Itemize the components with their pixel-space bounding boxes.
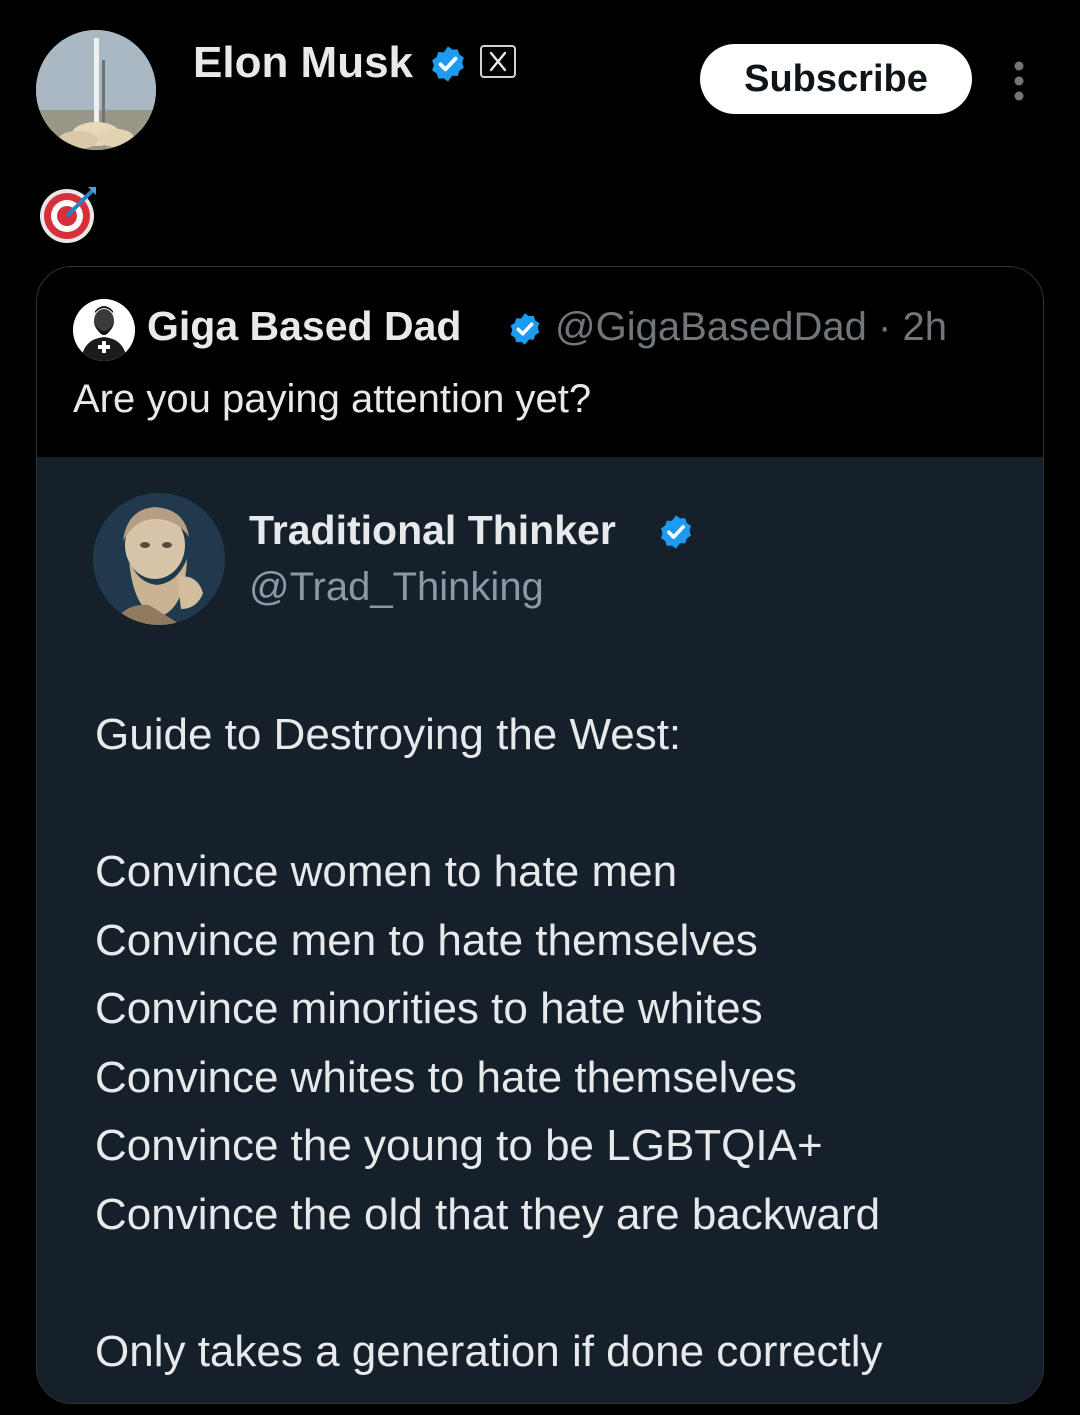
bearded-man-avatar-icon <box>73 299 135 361</box>
x-affiliate-badge-icon <box>480 45 516 78</box>
verified-badge-icon <box>657 513 695 551</box>
more-options-icon[interactable] <box>1004 60 1034 102</box>
verified-badge-icon <box>507 311 543 347</box>
quoted-author-avatar[interactable] <box>73 299 135 361</box>
embedded-post-text: Guide to Destroying the West: Convince w… <box>95 710 883 1376</box>
subscribe-button[interactable]: Subscribe <box>700 44 972 114</box>
embedded-author-avatar <box>93 493 225 625</box>
verified-badge-icon <box>428 44 468 84</box>
direct-hit-target-icon <box>38 183 100 245</box>
philosopher-bust-icon <box>93 493 225 625</box>
quoted-post-text: Are you paying attention yet? <box>73 377 592 421</box>
embedded-author-handle: @Trad_Thinking <box>249 565 544 609</box>
author-avatar[interactable] <box>36 30 156 150</box>
embedded-author-name: Traditional Thinker <box>249 507 616 553</box>
author-name[interactable]: Elon Musk <box>193 38 413 88</box>
quoted-post-image[interactable]: Traditional Thinker @Trad_Thinking Guide… <box>37 457 1043 1403</box>
rocket-launch-picture <box>36 30 156 150</box>
quoted-author-name[interactable]: Giga Based Dad <box>147 303 461 350</box>
quoted-post-card[interactable]: Giga Based Dad @GigaBasedDad · 2h Are yo… <box>36 266 1044 1404</box>
quoted-author-handle-and-time[interactable]: @GigaBasedDad · 2h <box>555 305 947 350</box>
